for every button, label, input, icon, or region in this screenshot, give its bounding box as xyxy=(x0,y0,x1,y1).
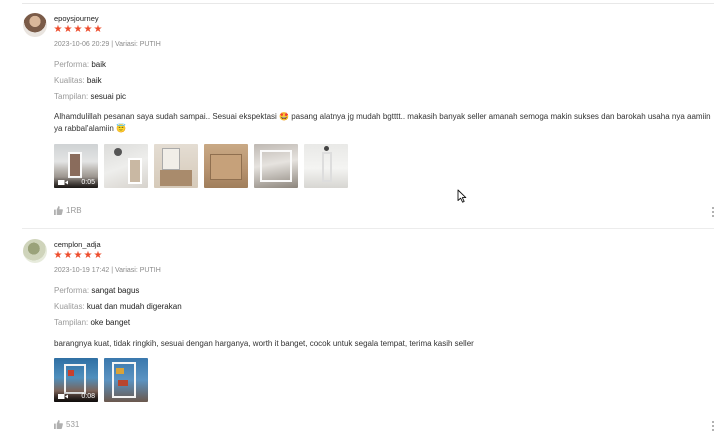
star-icon: ★ xyxy=(73,250,83,261)
avatar[interactable] xyxy=(23,239,47,263)
review-meta: 2023-10-06 20:29 | Variasi: PUTIH xyxy=(54,41,161,48)
attribute-value: baik xyxy=(91,60,107,69)
dot xyxy=(712,207,714,209)
clock-shape xyxy=(114,148,122,156)
shelf-shape xyxy=(68,152,82,178)
avatar[interactable] xyxy=(23,13,47,37)
more-options-icon[interactable] xyxy=(711,421,715,431)
like-button[interactable]: 1RB xyxy=(54,206,82,215)
review-comment: Alhamdulillah pesanan saya sudah sampai.… xyxy=(54,112,711,133)
attribute-label: Kualitas: xyxy=(54,76,85,85)
attribute-tampilan: Tampilan: sesuai pic xyxy=(54,92,126,101)
attribute-label: Performa: xyxy=(54,286,90,295)
photo-thumbnail[interactable] xyxy=(104,144,148,188)
item-shape xyxy=(118,380,128,386)
video-thumbnail[interactable]: 0:08 xyxy=(54,358,98,402)
attribute-value: sangat bagus xyxy=(91,286,140,295)
divider xyxy=(22,3,714,4)
star-rating: ★ ★ ★ ★ ★ xyxy=(53,251,103,261)
star-icon: ★ xyxy=(63,24,73,35)
box-shape xyxy=(210,154,242,180)
star-icon: ★ xyxy=(83,250,93,261)
video-duration: 0:05 xyxy=(81,179,95,186)
star-rating: ★ ★ ★ ★ ★ xyxy=(53,25,103,35)
shelf-shape xyxy=(64,364,86,394)
review-meta: 2023-10-19 17:42 | Variasi: PUTIH xyxy=(54,267,161,274)
attribute-performa: Performa: baik xyxy=(54,60,106,69)
dot xyxy=(712,211,714,213)
attribute-tampilan: Tampilan: oke banget xyxy=(54,318,130,327)
attribute-performa: Performa: sangat bagus xyxy=(54,286,139,295)
media-gallery: 0:05 xyxy=(54,144,348,188)
dot xyxy=(712,421,714,423)
media-gallery: 0:08 xyxy=(54,358,148,402)
photo-thumbnail[interactable] xyxy=(204,144,248,188)
item-shape xyxy=(68,370,74,376)
attribute-label: Kualitas: xyxy=(54,302,85,311)
thumbs-up-icon xyxy=(54,420,63,429)
photo-thumbnail[interactable] xyxy=(304,144,348,188)
more-options-icon[interactable] xyxy=(711,207,715,217)
label-shape xyxy=(162,148,180,170)
like-count: 531 xyxy=(66,420,80,429)
video-duration: 0:08 xyxy=(81,393,95,400)
attribute-kualitas: Kualitas: baik xyxy=(54,76,102,85)
attribute-value: baik xyxy=(86,76,102,85)
username[interactable]: cemplon_adja xyxy=(54,240,101,249)
video-thumbnail[interactable]: 0:05 xyxy=(54,144,98,188)
shelf-shape xyxy=(322,152,332,182)
dot xyxy=(712,429,714,431)
video-camera-icon xyxy=(58,394,68,399)
photo-thumbnail[interactable] xyxy=(104,358,148,402)
attribute-value: oke banget xyxy=(90,318,131,327)
like-count: 1RB xyxy=(66,206,82,215)
attribute-value: kuat dan mudah digerakan xyxy=(86,302,182,311)
dot xyxy=(712,215,714,217)
username[interactable]: epoysjourney xyxy=(54,14,99,23)
dot xyxy=(712,425,714,427)
star-icon: ★ xyxy=(53,24,63,35)
star-icon: ★ xyxy=(93,24,103,35)
mouse-cursor-icon xyxy=(457,189,467,203)
clock-shape xyxy=(324,146,329,151)
photo-thumbnail[interactable] xyxy=(154,144,198,188)
star-icon: ★ xyxy=(53,250,63,261)
star-icon: ★ xyxy=(73,24,83,35)
divider xyxy=(22,228,714,229)
star-icon: ★ xyxy=(83,24,93,35)
item-shape xyxy=(116,368,124,374)
star-icon: ★ xyxy=(93,250,103,261)
attribute-value: sesuai pic xyxy=(90,92,127,101)
attribute-label: Performa: xyxy=(54,60,90,69)
video-camera-icon xyxy=(58,180,68,185)
photo-thumbnail[interactable] xyxy=(254,144,298,188)
shelf-shape xyxy=(260,150,292,182)
attribute-kualitas: Kualitas: kuat dan mudah digerakan xyxy=(54,302,182,311)
shelf-shape xyxy=(128,158,142,184)
attribute-label: Tampilan: xyxy=(54,318,89,327)
thumbs-up-icon xyxy=(54,206,63,215)
star-icon: ★ xyxy=(63,250,73,261)
like-button[interactable]: 531 xyxy=(54,420,79,429)
box-shape xyxy=(160,170,192,186)
review-comment: barangnya kuat, tidak ringkih, sesuai de… xyxy=(54,339,474,348)
attribute-label: Tampilan: xyxy=(54,92,89,101)
